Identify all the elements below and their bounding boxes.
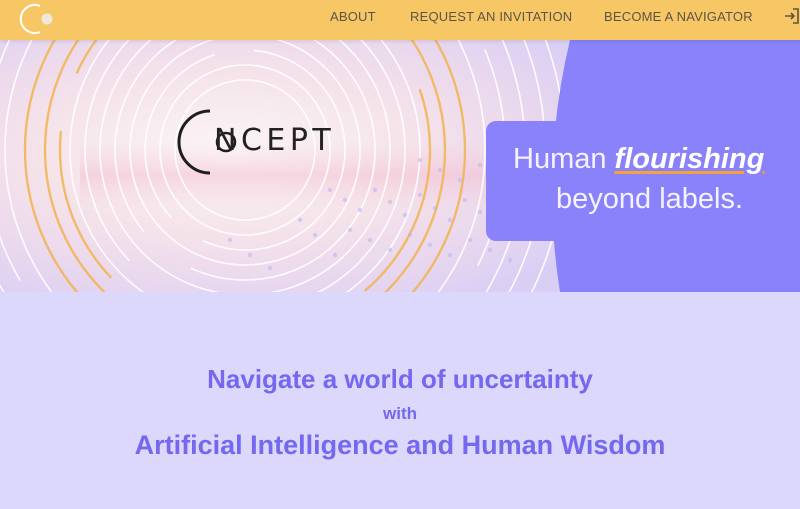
tagline-line-1: Human flourishing — [513, 143, 764, 176]
tagline-card: Human flourishing beyond labels. — [486, 121, 800, 241]
login-icon[interactable] — [784, 7, 800, 25]
tagline-line-2: beyond labels. — [556, 183, 744, 215]
tagline-emphasis: flourishing — [614, 143, 765, 175]
top-navigation: ABOUT REQUEST AN INVITATION BECOME A NAV… — [0, 0, 800, 40]
hero-banner: NCEPT Human flourishing beyond labels. — [0, 40, 800, 292]
concept-logo-icon[interactable] — [18, 2, 58, 36]
tagline-prefix: Human — [513, 143, 615, 175]
nav-request-invitation-link[interactable]: REQUEST AN INVITATION — [410, 9, 572, 24]
intro-headline-2: Artificial Intelligence and Human Wisdom — [134, 430, 666, 460]
nav-about-link[interactable]: ABOUT — [330, 9, 376, 24]
intro-connector: with — [383, 404, 417, 423]
nav-become-navigator-link[interactable]: BECOME A NAVIGATOR — [604, 9, 753, 24]
intro-section: Navigate a world of uncertainty with Art… — [0, 292, 800, 509]
intro-headline-1: Navigate a world of uncertainty — [207, 364, 593, 394]
brand-wordmark: NCEPT — [214, 123, 336, 158]
concept-brand-logo: NCEPT — [170, 106, 370, 178]
